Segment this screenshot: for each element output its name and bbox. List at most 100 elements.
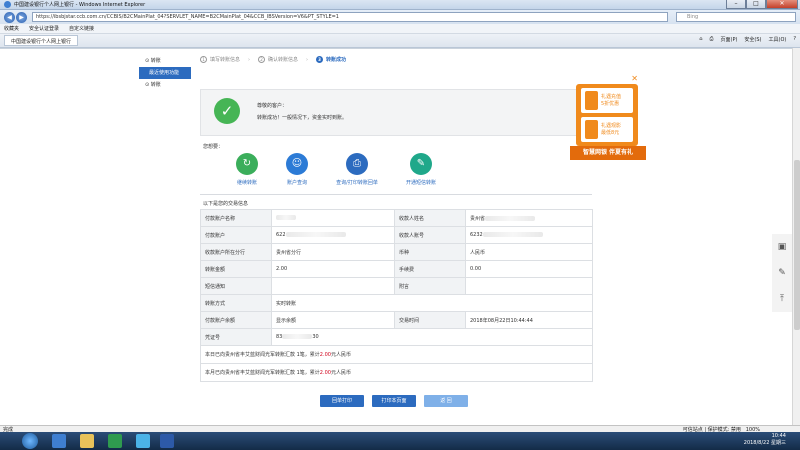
back-to-top-icon[interactable]: ⤒ — [772, 286, 792, 312]
title-bar: 中国建设银行个人网上银行 - Windows Internet Explorer… — [0, 0, 800, 10]
cell-value: 83 30 — [271, 328, 593, 346]
taskbar: 10:44 2018/8/22 星期三 — [0, 432, 800, 450]
step-3: 3 转账成功 — [316, 56, 346, 63]
menu-tools[interactable]: 工具(O) — [769, 36, 787, 43]
window-title: 中国建设银行个人网上银行 - Windows Internet Explorer — [14, 2, 146, 8]
note-text: 本日已向贵州省丰艾蓝财闻光军转账汇款 — [205, 352, 297, 358]
step-2: 2 确认转账信息 — [258, 56, 298, 63]
word-taskbar-icon[interactable] — [160, 434, 174, 448]
cell-label: 转账金额 — [200, 260, 272, 278]
home-icon[interactable]: ⌂ — [699, 36, 702, 43]
print-page-button[interactable]: 打印本页面 — [372, 395, 416, 407]
folder-taskbar-icon[interactable] — [80, 434, 94, 448]
promo-text: 礼遇观影 — [601, 123, 622, 129]
quick-actions: ↻ 继续转账 ☺ 账户查询 ⎙ 查询/打印转账回单 ✎ 开通短信转账 — [212, 153, 532, 187]
table-row: 付款账户余额 显示余额 交易时间 2018年08月22日10:44:44 — [200, 311, 593, 329]
cell-label: 付款账户余额 — [200, 311, 272, 329]
system-clock[interactable]: 10:44 2018/8/22 星期三 — [744, 433, 786, 447]
close-icon[interactable]: ✕ — [631, 74, 638, 83]
step-1: 1 填写转账信息 — [200, 56, 240, 63]
sidebar-item-transfer-2[interactable]: ⊙ 转账 — [139, 79, 191, 91]
note-text: 元人民币 — [330, 352, 351, 358]
note-count: 1笔 — [296, 352, 305, 358]
value-text: 622 — [276, 232, 286, 238]
sidebar-item-recent[interactable]: 最近使用功能 — [139, 67, 191, 79]
promo-text: 5折优惠 — [601, 101, 620, 107]
table-row: 付款账户名称 收款人姓名 贵州省 — [200, 209, 593, 227]
document-icon: ✎ — [410, 153, 432, 175]
favorite-link[interactable]: 安全认证登录 — [29, 25, 59, 32]
cell-label: 手续费 — [394, 260, 466, 278]
search-placeholder: Bing — [687, 14, 699, 20]
scrollbar-thumb[interactable] — [794, 160, 800, 330]
url-input[interactable]: https://ibsbjstar.ccb.com.cn/CCBIS/B2CMa… — [32, 12, 668, 22]
close-button[interactable]: ✕ — [766, 0, 798, 9]
table-row: 凭证号 83 30 — [200, 328, 593, 346]
favorites-button[interactable]: 收藏夹 — [4, 25, 19, 32]
search-input[interactable]: Bing — [676, 12, 796, 22]
forward-button[interactable]: ▶ — [16, 11, 27, 23]
app-taskbar-icon[interactable] — [136, 434, 150, 448]
divider — [200, 194, 592, 195]
tab-current[interactable]: 中国建设银行个人网上银行 — [4, 35, 79, 46]
promo-ribbon: 智慧网银 伴夏有礼 — [570, 146, 646, 160]
menu-safety[interactable]: 安全(S) — [744, 36, 761, 43]
promo-card[interactable]: 礼遇充值 5折优惠 — [581, 88, 633, 113]
show-balance-link[interactable]: 显示余额 — [271, 311, 395, 329]
fee-value: 0.00 — [465, 260, 593, 278]
menu-page[interactable]: 页面(P) — [721, 36, 738, 43]
blurred-value — [482, 232, 543, 237]
back-button-page[interactable]: 返 回 — [424, 395, 468, 407]
promo-text: 礼遇充值 — [601, 94, 622, 100]
cell-label: 付款账户名称 — [200, 209, 272, 227]
sidebar-item-label: 转账 — [150, 82, 161, 88]
contact-icon[interactable]: ▣ — [772, 234, 792, 260]
cell-label: 短信通知 — [200, 277, 272, 295]
monthly-note: 本月已向贵州省丰艾蓝财闻光军转账汇款 1笔，累计2.00元人民币 — [200, 363, 593, 382]
success-panel: ✓ 尊敬的客户： 转账成功！一般情况下，资金实时到账。 — [200, 89, 592, 136]
success-message: 转账成功！一般情况下，资金实时到账。 — [257, 115, 348, 121]
cell-value: 622 — [271, 226, 395, 244]
promo-text: 最低8元 — [601, 130, 620, 136]
step-label: 确认转账信息 — [268, 57, 299, 63]
sidebar-item-transfer[interactable]: ⊙ 转账 — [139, 55, 191, 67]
note-amount: 2.00 — [319, 352, 331, 358]
url-text: https://ibsbjstar.ccb.com.cn/CCBIS/B2CMa… — [36, 14, 339, 20]
want-to-label: 您想要： — [203, 144, 224, 150]
film-icon — [585, 120, 598, 139]
cell-label: 转账方式 — [200, 294, 272, 312]
promo-card[interactable]: 礼遇观影 最低8元 — [581, 117, 633, 142]
edit-icon[interactable]: ✎ — [772, 260, 792, 286]
action-sms-transfer[interactable]: ✎ 开通短信转账 — [386, 153, 456, 186]
promo-ad[interactable]: ✕ 礼遇充值 5折优惠 礼遇观影 最低8元 智慧网银 伴夏有礼 — [570, 74, 646, 160]
action-print-receipt[interactable]: ⎙ 查询/打印转账回单 — [322, 153, 392, 186]
print-receipt-button[interactable]: 回单打印 — [320, 395, 364, 407]
progress-steps: 1 填写转账信息 › 2 确认转账信息 › 3 转账成功 — [200, 56, 592, 63]
print-icon[interactable]: ⎙ — [709, 36, 713, 43]
transaction-table: 付款账户名称 收款人姓名 贵州省 付款账户 622 收款人账号 6232 收款账… — [200, 209, 593, 382]
step-label: 转账成功 — [326, 57, 347, 63]
blurred-value — [485, 215, 536, 221]
table-row: 本日已向贵州省丰艾蓝财闻光军转账汇款 1笔，累计2.00元人民币 — [200, 345, 593, 364]
printer-icon: ⎙ — [346, 153, 368, 175]
app-taskbar-icon[interactable] — [108, 434, 122, 448]
table-row: 本月已向贵州省丰艾蓝财闻光军转账汇款 1笔，累计2.00元人民币 — [200, 363, 593, 382]
favorite-link[interactable]: 自定义链接 — [69, 25, 94, 32]
right-toolbar: ▣ ✎ ⤒ — [772, 234, 792, 312]
back-button[interactable]: ◀ — [4, 11, 15, 23]
info-title: 以下是您的交易信息 — [203, 201, 249, 207]
maximize-button[interactable]: □ — [746, 0, 766, 9]
help-icon[interactable]: ? — [793, 36, 796, 43]
cell-value: 人民币 — [465, 243, 593, 261]
value-text: 贵州省 — [470, 215, 486, 222]
cell-label: 币种 — [394, 243, 466, 261]
tab-bar: 中国建设银行个人网上银行 ⌂ ⎙ 页面(P) 安全(S) 工具(O) ? — [0, 34, 800, 48]
blurred-value — [285, 232, 346, 237]
note-count: 1笔 — [296, 370, 305, 376]
vertical-scrollbar[interactable] — [792, 48, 800, 425]
ie-taskbar-icon[interactable] — [52, 434, 66, 448]
step-number: 2 — [258, 56, 266, 63]
table-row: 转账金额 2.00 手续费 0.00 — [200, 260, 593, 278]
start-button[interactable] — [22, 433, 38, 449]
minimize-button[interactable]: – — [726, 0, 746, 9]
